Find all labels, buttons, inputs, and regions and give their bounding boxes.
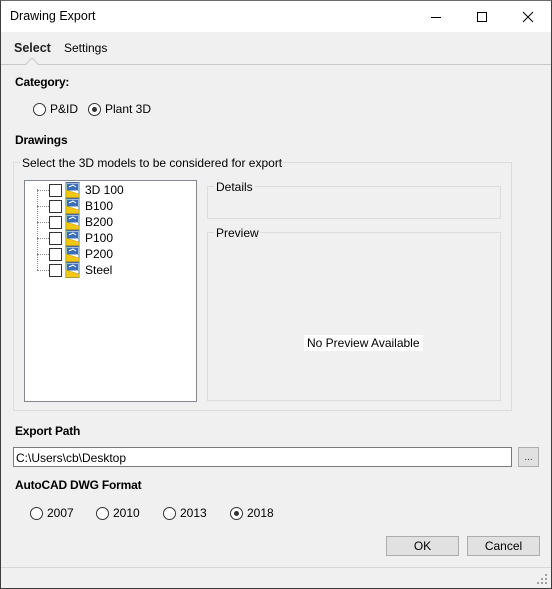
tree-connector	[37, 270, 49, 271]
tree-item[interactable]: B200	[25, 214, 195, 230]
export-path-label: Export Path	[15, 424, 81, 438]
plant3d-drawing-icon	[65, 262, 80, 278]
title-bar: Drawing Export	[1, 1, 551, 32]
tab-select[interactable]: Select	[14, 41, 51, 55]
radio-2007-label: 2007	[47, 506, 74, 520]
minimize-icon	[431, 16, 441, 18]
radio-2007[interactable]: 2007	[30, 506, 74, 520]
tab-strip: Select Settings	[1, 32, 551, 65]
drawings-tree[interactable]: 3D 100 B100 B200 P100 P200 Steel	[24, 180, 197, 402]
radio-2018-label: 2018	[247, 506, 274, 520]
minimize-button[interactable]	[413, 1, 459, 32]
plant3d-drawing-icon	[65, 214, 80, 230]
tree-item[interactable]: 3D 100	[25, 182, 195, 198]
radio-plant3d-label: Plant 3D	[105, 102, 152, 116]
no-preview-text: No Preview Available	[304, 335, 423, 351]
tree-item[interactable]: Steel	[25, 262, 195, 278]
close-icon	[522, 11, 534, 22]
tree-item-checkbox[interactable]	[49, 184, 62, 197]
resize-grip-icon[interactable]	[536, 573, 548, 585]
radio-2010-label: 2010	[113, 506, 140, 520]
radio-2013[interactable]: 2013	[163, 506, 207, 520]
close-button[interactable]	[505, 1, 551, 32]
tree-connector	[37, 190, 49, 191]
tree-item[interactable]: P100	[25, 230, 195, 246]
plant3d-drawing-icon	[65, 182, 80, 198]
tree-item-label: Steel	[85, 263, 113, 277]
radio-circle[interactable]	[30, 506, 43, 520]
tree-item[interactable]: P200	[25, 246, 195, 262]
radio-plant3d[interactable]: Plant 3D	[88, 102, 151, 116]
radio-circle[interactable]	[163, 506, 176, 520]
tree-item-label: B200	[85, 215, 114, 229]
tree-connector	[37, 222, 49, 223]
tree-item-label: 3D 100	[85, 183, 124, 197]
plant3d-drawing-icon	[65, 198, 80, 214]
tree-item-label: P200	[85, 247, 114, 261]
preview-groupbox	[207, 232, 501, 401]
tree-item-checkbox[interactable]	[49, 216, 62, 229]
plant3d-drawing-icon	[65, 246, 80, 262]
tree-item-checkbox[interactable]	[49, 248, 62, 261]
radio-circle[interactable]	[88, 102, 101, 116]
radio-circle[interactable]	[230, 506, 243, 520]
drawings-group-label: Select the 3D models to be considered fo…	[20, 156, 285, 170]
drawings-label: Drawings	[15, 133, 68, 147]
maximize-button[interactable]	[459, 1, 505, 32]
radio-pid[interactable]: P&ID	[33, 102, 78, 116]
dwg-format-label: AutoCAD DWG Format	[15, 478, 142, 492]
plant3d-drawing-icon	[65, 230, 80, 246]
tree-item-checkbox[interactable]	[49, 264, 62, 277]
cancel-button[interactable]: Cancel	[467, 536, 540, 556]
tree-item-label: B100	[85, 199, 114, 213]
category-label: Category:	[15, 75, 70, 89]
tree-connector	[37, 206, 49, 207]
radio-pid-label: P&ID	[50, 102, 79, 116]
ok-button[interactable]: OK	[386, 536, 459, 556]
status-strip-divider	[1, 567, 551, 568]
tree-item-checkbox[interactable]	[49, 232, 62, 245]
tree-item[interactable]: B100	[25, 198, 195, 214]
radio-circle[interactable]	[96, 506, 109, 520]
drawing-export-dialog: Drawing Export Select Settings Category:…	[0, 0, 552, 589]
radio-2018[interactable]: 2018	[230, 506, 274, 520]
maximize-icon	[477, 11, 487, 22]
details-label: Details	[214, 180, 255, 194]
tree-connector	[37, 254, 49, 255]
browse-button[interactable]: ...	[518, 447, 539, 467]
active-tab-pointer	[25, 58, 39, 66]
tree-connector	[37, 238, 49, 239]
tab-settings[interactable]: Settings	[64, 41, 107, 55]
tree-item-checkbox[interactable]	[49, 200, 62, 213]
export-path-input[interactable]: C:\Users\cb\Desktop	[13, 447, 512, 467]
preview-label: Preview	[214, 226, 261, 240]
tree-item-label: P100	[85, 231, 114, 245]
window-title: Drawing Export	[10, 9, 96, 23]
radio-2013-label: 2013	[180, 506, 207, 520]
radio-2010[interactable]: 2010	[96, 506, 140, 520]
radio-circle[interactable]	[33, 102, 46, 116]
